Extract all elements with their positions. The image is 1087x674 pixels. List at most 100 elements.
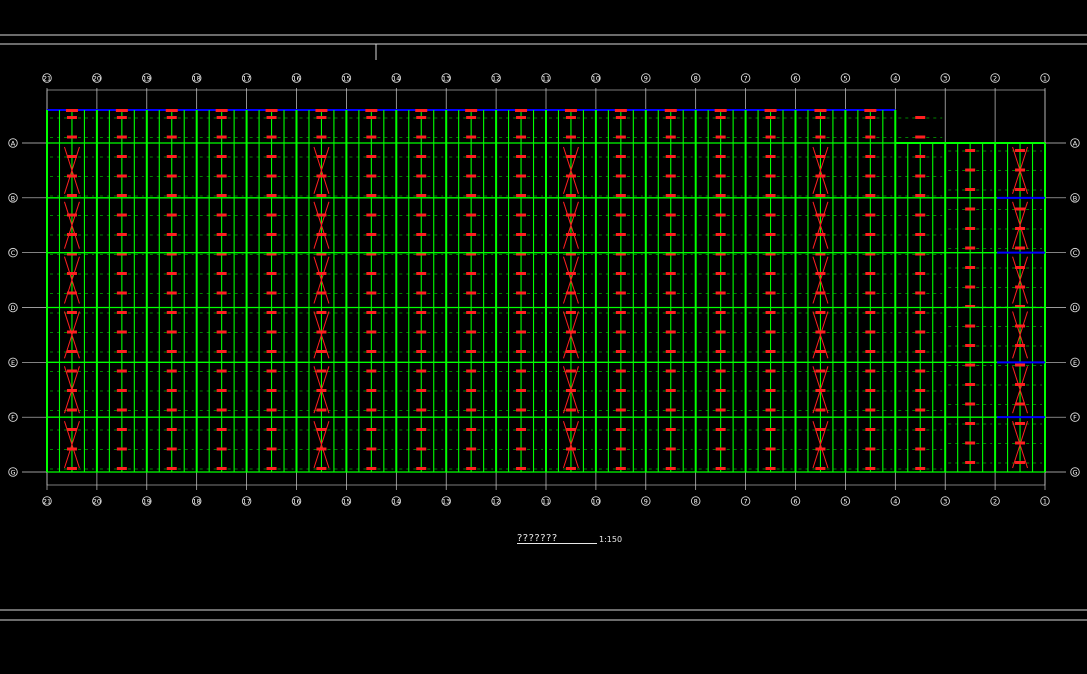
member-tag	[965, 441, 976, 445]
axis-bubble-G: G	[8, 467, 18, 477]
member-tag	[116, 447, 127, 451]
member-tag	[815, 155, 826, 158]
member-tag	[266, 194, 277, 197]
member-tag	[366, 135, 377, 139]
axis-bubble-19: 19	[142, 73, 152, 83]
member-tag	[466, 311, 477, 314]
axis-bubble-label: 19	[143, 75, 151, 83]
axis-bubble-label: C	[1073, 249, 1078, 257]
axis-bubble-8: 8	[690, 496, 701, 506]
drawing-scale: 1:150	[599, 535, 623, 544]
member-tag	[715, 408, 726, 412]
axis-bubble-label: 11	[542, 498, 550, 506]
member-tag	[565, 272, 576, 275]
member-tag	[615, 467, 626, 470]
member-tag	[266, 447, 277, 451]
axis-bubble-label: 15	[342, 498, 350, 506]
member-tag	[66, 174, 77, 178]
edge-tag	[764, 109, 777, 112]
member-tag	[316, 194, 327, 197]
member-tag	[665, 291, 676, 295]
member-tag	[516, 389, 527, 392]
member-tag	[466, 233, 477, 236]
member-tag	[416, 330, 427, 334]
axis-bubble-2: 2	[990, 73, 1000, 83]
axis-bubble-label: G	[1072, 469, 1077, 477]
axis-bubble-label: 6	[793, 498, 797, 506]
member-tag	[715, 272, 726, 275]
member-tag	[915, 155, 926, 158]
member-tag	[865, 408, 876, 412]
member-tag	[466, 350, 477, 353]
member-tag	[615, 155, 626, 158]
axis-bubble-5: 5	[840, 496, 851, 506]
member-tag	[815, 116, 826, 119]
member-tag	[66, 135, 77, 139]
axis-bubble-label: E	[1073, 359, 1077, 367]
member-tag	[615, 389, 626, 392]
member-tag	[1015, 383, 1026, 386]
member-tag	[815, 194, 826, 197]
member-tag	[865, 155, 876, 158]
member-tag	[116, 194, 127, 197]
member-tag	[865, 233, 876, 236]
member-tag	[815, 174, 826, 178]
member-tag	[66, 330, 77, 334]
member-tag	[565, 428, 576, 431]
column-axis-bubbles-top: 21 20 19 18 17 16 15 14 13 12 11 10 9 8 7 6 5 4 3 2 1	[42, 73, 1050, 83]
member-tag	[166, 428, 177, 431]
member-tag	[965, 402, 976, 406]
member-tag	[665, 194, 676, 197]
member-tag	[715, 174, 726, 178]
member-tag	[266, 467, 277, 470]
member-tag	[116, 213, 127, 217]
member-tag	[665, 272, 676, 275]
member-tag	[965, 344, 976, 347]
member-tag	[1015, 422, 1026, 425]
structural-plan-drawing: 21 20 19 18 17 16 15 14 13 12 11 10 9 8 7 6 5 4 3 2 1 21 20 19…	[0, 0, 1087, 674]
member-tag	[865, 467, 876, 470]
member-tag	[416, 155, 427, 158]
member-tag	[665, 311, 676, 314]
member-tag	[915, 194, 926, 197]
member-tag	[366, 428, 377, 431]
member-tag	[865, 291, 876, 295]
member-tag	[466, 447, 477, 451]
member-tag	[266, 174, 277, 178]
axis-bubble-21: 21	[42, 496, 52, 506]
axis-bubble-label: 16	[292, 498, 300, 506]
axis-bubble-label: 11	[542, 75, 550, 83]
axis-bubble-F: F	[8, 412, 18, 422]
member-tag	[466, 194, 477, 197]
member-tag	[116, 174, 127, 178]
member-tag	[1015, 207, 1026, 211]
axis-bubble-label: F	[1073, 414, 1077, 422]
axis-bubble-label: 4	[893, 498, 897, 506]
edge-tag	[215, 109, 228, 112]
axis-bubble-13: 13	[441, 496, 451, 506]
axis-bubble-2: 2	[990, 496, 1000, 506]
member-tag	[665, 408, 676, 412]
axis-bubble-label: 15	[342, 75, 350, 83]
member-tag	[266, 330, 277, 334]
axis-bubble-label: 8	[694, 75, 698, 83]
member-tag	[216, 155, 227, 158]
member-tag	[316, 174, 327, 178]
member-tag	[715, 447, 726, 451]
axis-bubble-label: 7	[744, 75, 748, 83]
member-tag	[416, 116, 427, 119]
member-tag	[715, 213, 726, 217]
member-tag	[815, 135, 826, 139]
member-tag	[765, 155, 776, 158]
edge-tag	[115, 109, 128, 112]
member-tag	[665, 369, 676, 373]
member-tag	[965, 266, 976, 269]
member-tag	[366, 291, 377, 295]
member-tag	[466, 408, 477, 412]
member-tag	[66, 116, 77, 119]
member-tag	[216, 213, 227, 217]
member-tag	[665, 389, 676, 392]
member-tag	[715, 135, 726, 139]
axis-bubble-14: 14	[391, 73, 402, 83]
member-tag	[865, 311, 876, 314]
